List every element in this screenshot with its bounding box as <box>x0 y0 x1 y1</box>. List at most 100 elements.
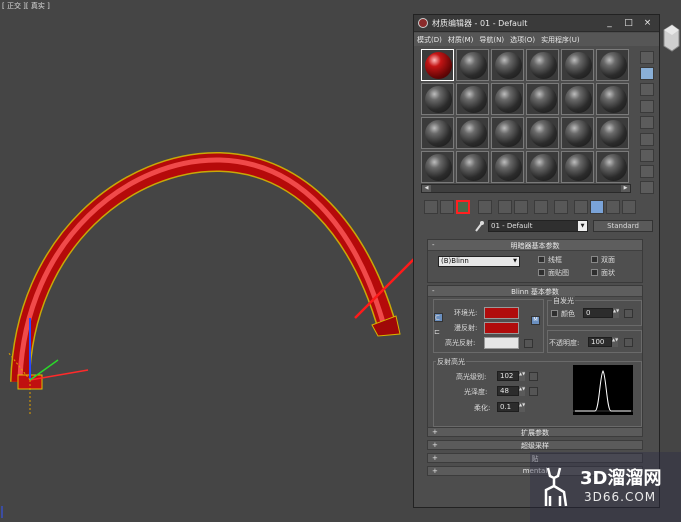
spinner-arrows-icon[interactable]: ▲▼ <box>519 402 525 412</box>
sample-sphere <box>460 154 487 181</box>
material-id-channel-icon[interactable] <box>554 200 568 214</box>
self-illum-map-button[interactable] <box>624 309 633 318</box>
ambient-color-swatch[interactable] <box>484 307 519 319</box>
eyedropper-icon[interactable] <box>474 220 484 232</box>
go-to-parent-icon[interactable] <box>606 200 620 214</box>
minimize-button[interactable]: _ <box>603 17 616 29</box>
make-unique-icon[interactable] <box>514 200 528 214</box>
two-sided-checkbox[interactable] <box>591 256 598 263</box>
chevron-down-icon[interactable]: ▼ <box>578 221 587 231</box>
glossiness-map-button[interactable] <box>529 387 538 396</box>
menu-navigation[interactable]: 导航(N) <box>476 33 507 46</box>
scroll-left-icon[interactable]: ◀ <box>422 185 431 192</box>
soften-spinner[interactable]: 0.1 <box>497 402 519 412</box>
sample-sphere <box>600 86 627 113</box>
sample-slot[interactable] <box>526 49 559 81</box>
copy-material-icon[interactable] <box>498 200 512 214</box>
shader-dropdown[interactable]: (B)Blinn ▼ <box>438 256 520 267</box>
title-bar[interactable]: 材质编辑器 - 01 - Default _ □ × <box>414 15 659 32</box>
sample-slots-scrollbar[interactable]: ◀ ▶ <box>421 184 631 193</box>
specular-level-spinner[interactable]: 102 <box>497 371 519 381</box>
rollout-title: 明暗器基本参数 <box>510 242 560 250</box>
opacity-spinner[interactable]: 100 <box>588 337 612 347</box>
show-shaded-map-icon[interactable] <box>574 200 588 214</box>
backlight-icon[interactable] <box>640 67 654 80</box>
shader-basic-header[interactable]: - 明暗器基本参数 <box>428 240 642 251</box>
sample-sphere <box>565 52 592 79</box>
spinner-arrows-icon[interactable]: ▲▼ <box>519 386 525 396</box>
sample-slot[interactable] <box>561 151 594 183</box>
lock-icon[interactable]: C <box>434 313 443 322</box>
sample-slot[interactable] <box>421 117 454 149</box>
scroll-right-icon[interactable]: ▶ <box>621 185 630 192</box>
sample-slot[interactable] <box>596 83 629 115</box>
menu-options[interactable]: 选项(O) <box>507 33 538 46</box>
material-map-navigator-icon[interactable] <box>640 181 654 194</box>
assign-to-selection-icon[interactable] <box>456 200 470 214</box>
video-color-check-icon[interactable] <box>640 116 654 129</box>
shader-basic-rollout: - 明暗器基本参数 (B)Blinn ▼ 线框 双面 面贴图 面状 <box>427 239 643 283</box>
menu-material[interactable]: 材质(M) <box>445 33 477 46</box>
go-forward-to-sibling-icon[interactable] <box>622 200 636 214</box>
extended-parameters-rollout[interactable]: + 扩展参数 <box>427 427 643 437</box>
sample-slot[interactable] <box>456 117 489 149</box>
sample-slot[interactable] <box>526 151 559 183</box>
specular-color-swatch[interactable] <box>484 337 519 349</box>
diffuse-map-button[interactable]: M <box>531 316 540 325</box>
menu-utilities[interactable]: 实用程序(U) <box>538 33 583 46</box>
two-sided-label: 双面 <box>601 256 615 264</box>
viewcube-icon[interactable] <box>662 22 680 54</box>
self-illum-color-checkbox[interactable] <box>551 310 558 317</box>
sample-slot[interactable] <box>596 49 629 81</box>
face-map-checkbox[interactable] <box>538 269 545 276</box>
sample-slot[interactable] <box>491 49 524 81</box>
sample-type-icon[interactable] <box>640 51 654 64</box>
sample-slot[interactable] <box>596 117 629 149</box>
sample-slot[interactable] <box>596 151 629 183</box>
material-name-input[interactable]: 01 - Default <box>488 220 588 232</box>
put-to-library-icon[interactable] <box>534 200 548 214</box>
diffuse-color-swatch[interactable] <box>484 322 519 334</box>
specular-map-button[interactable] <box>524 339 533 348</box>
sample-slot[interactable] <box>491 151 524 183</box>
sample-slot[interactable] <box>456 83 489 115</box>
lock-bracket-icon: ⊏ <box>434 328 440 336</box>
faceted-checkbox[interactable] <box>591 269 598 276</box>
material-editor-window[interactable]: 材质编辑器 - 01 - Default _ □ × 模式(D) 材质(M) 导… <box>413 14 660 508</box>
maximize-button[interactable]: □ <box>622 17 635 29</box>
sample-slot[interactable] <box>491 117 524 149</box>
options-icon[interactable] <box>640 149 654 162</box>
wire-checkbox[interactable] <box>538 256 545 263</box>
opacity-map-button[interactable] <box>624 338 633 347</box>
sample-slot[interactable] <box>561 117 594 149</box>
sample-slot[interactable] <box>421 83 454 115</box>
menu-mode[interactable]: 模式(D) <box>414 33 445 46</box>
sample-uv-tiling-icon[interactable] <box>640 100 654 113</box>
show-end-result-icon[interactable] <box>590 200 604 214</box>
select-by-material-icon[interactable] <box>640 165 654 178</box>
spinner-arrows-icon[interactable]: ▲▼ <box>612 337 618 347</box>
sample-slot[interactable] <box>526 83 559 115</box>
blinn-basic-header[interactable]: - Blinn 基本参数 <box>428 286 642 297</box>
make-preview-icon[interactable] <box>640 133 654 146</box>
sample-slot[interactable] <box>456 49 489 81</box>
spinner-arrows-icon[interactable]: ▲▼ <box>613 308 619 318</box>
sample-slot[interactable] <box>561 49 594 81</box>
reset-material-icon[interactable] <box>478 200 492 214</box>
sample-slot[interactable] <box>561 83 594 115</box>
sample-slot[interactable] <box>491 83 524 115</box>
sample-slot[interactable] <box>526 117 559 149</box>
background-icon[interactable] <box>640 83 654 96</box>
sample-slot[interactable] <box>421 49 454 81</box>
supersampling-rollout[interactable]: + 超级采样 <box>427 440 643 450</box>
spinner-arrows-icon[interactable]: ▲▼ <box>519 371 525 381</box>
glossiness-spinner[interactable]: 48 <box>497 386 519 396</box>
sample-slot[interactable] <box>456 151 489 183</box>
self-illum-spinner[interactable]: 0 <box>583 308 613 318</box>
get-material-icon[interactable] <box>424 200 438 214</box>
material-type-button[interactable]: Standard <box>593 220 653 232</box>
close-button[interactable]: × <box>641 17 654 29</box>
put-to-scene-icon[interactable] <box>440 200 454 214</box>
sample-slot[interactable] <box>421 151 454 183</box>
specular-level-map-button[interactable] <box>529 372 538 381</box>
